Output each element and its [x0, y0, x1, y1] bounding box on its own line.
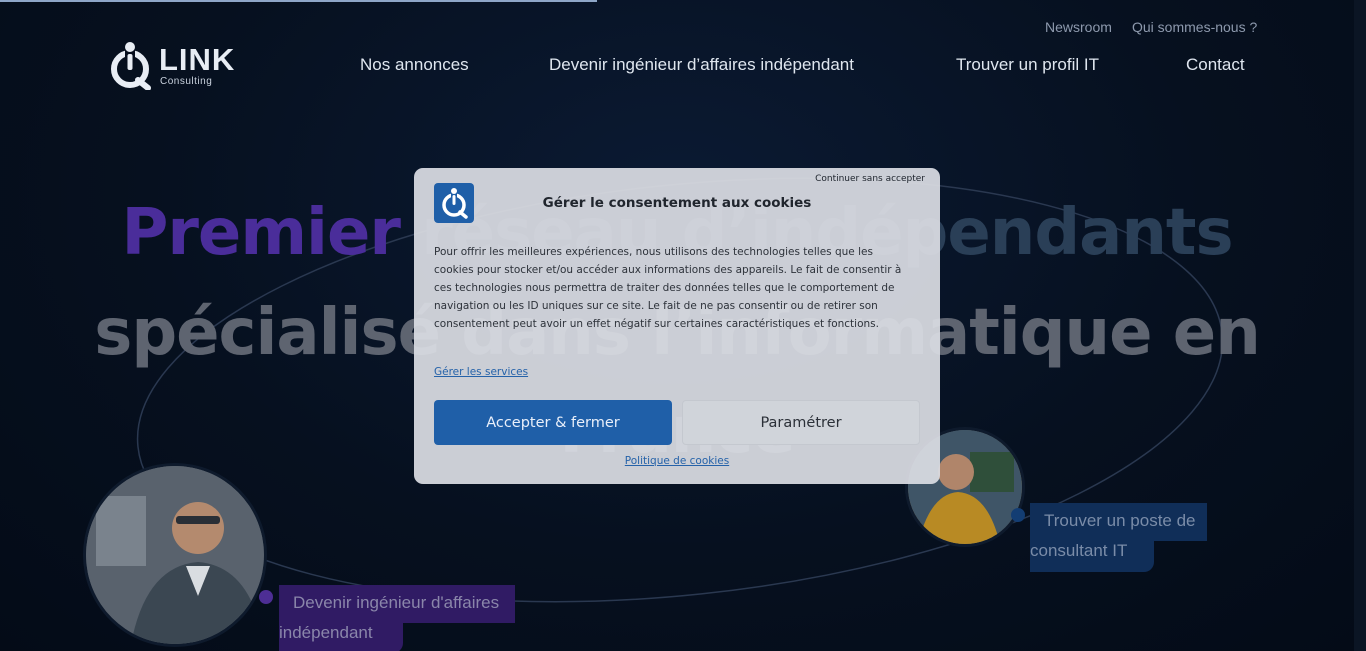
- card-label-left-line1: Devenir ingénieur d'affaires: [293, 593, 500, 612]
- nav-newsroom[interactable]: Newsroom: [1045, 19, 1112, 35]
- manage-services-link[interactable]: Gérer les services: [434, 366, 528, 378]
- timeline-dot-left: [259, 590, 273, 604]
- nav-devenir-ingenieur[interactable]: Devenir ingénieur d’affaires indépendant: [549, 55, 854, 75]
- card-link-devenir-ingenieur[interactable]: Devenir ingénieur d'affaires indépendant: [279, 585, 515, 651]
- hero-title-accent: Premier: [121, 196, 400, 270]
- card-label-left-line2: indépendant: [279, 623, 373, 642]
- page-scrollbar[interactable]: [1354, 0, 1366, 651]
- brand-logo[interactable]: LINK Consulting: [106, 40, 234, 90]
- settings-button[interactable]: Paramétrer: [682, 400, 920, 445]
- card-label-right-line1: Trouver un poste de: [1044, 511, 1196, 530]
- brand-subtitle: Consulting: [160, 76, 213, 87]
- consultant-photo-left: [86, 466, 264, 644]
- page: LINK Consulting Newsroom Qui sommes-nous…: [0, 0, 1354, 651]
- cookie-policy-link[interactable]: Politique de cookies: [625, 455, 729, 467]
- nav-trouver-profil[interactable]: Trouver un profil IT: [956, 55, 1099, 75]
- nav-nos-annonces[interactable]: Nos annonces: [360, 55, 469, 75]
- link-consulting-logo-icon: [111, 42, 151, 90]
- card-label-right-line2: consultant IT: [1030, 541, 1128, 560]
- cookie-consent-modal: Continuer sans accepter Gérer le consent…: [414, 168, 940, 484]
- continue-without-accepting-link[interactable]: Continuer sans accepter: [815, 174, 925, 184]
- cookie-modal-title: Gérer le consentement aux cookies: [542, 195, 812, 211]
- timeline-dot-right: [1011, 508, 1025, 522]
- nav-contact[interactable]: Contact: [1186, 55, 1245, 75]
- nav-qui-sommes-nous[interactable]: Qui sommes-nous ?: [1132, 19, 1257, 35]
- cookie-policy-row: Politique de cookies: [414, 455, 940, 467]
- accept-close-button[interactable]: Accepter & fermer: [434, 400, 672, 445]
- brand-name: LINK: [159, 42, 236, 77]
- cookie-modal-body: Pour offrir les meilleures expériences, …: [434, 246, 902, 330]
- card-link-trouver-poste[interactable]: Trouver un poste de consultant IT: [1030, 503, 1208, 572]
